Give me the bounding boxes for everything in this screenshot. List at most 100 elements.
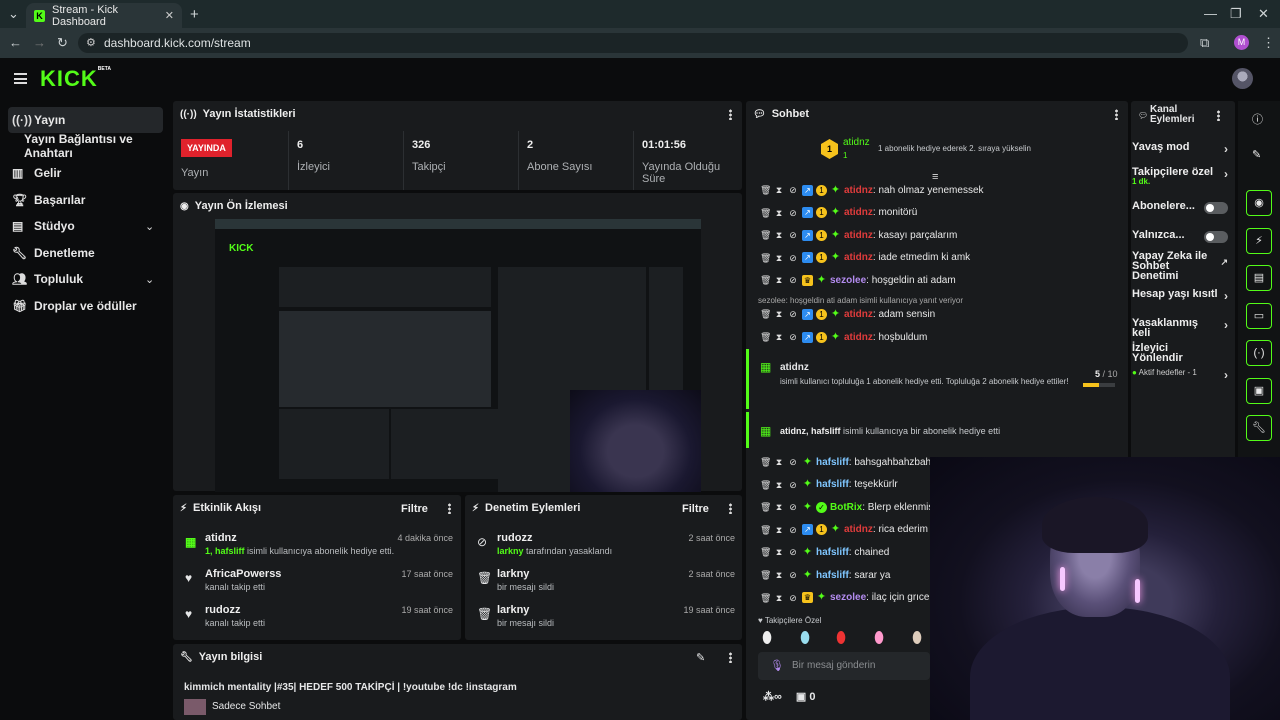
event-user[interactable]: atidnz — [205, 532, 237, 544]
nav-item-gelir[interactable]: ▥ Gelir — [8, 160, 61, 186]
chat-username[interactable]: atidnz — [844, 252, 873, 263]
delete-icon[interactable]: 🗑︎ — [760, 547, 771, 557]
timeout-icon[interactable]: ⧗ — [774, 208, 784, 218]
chevron-down-icon[interactable]: ⌄ — [145, 273, 154, 286]
chat-username[interactable]: hafsliff — [816, 547, 849, 558]
users-icon[interactable]: ⁂ — [763, 691, 774, 703]
mic-icon[interactable]: 🎙︎ — [770, 659, 784, 672]
user-avatar[interactable] — [1232, 68, 1253, 89]
window-close-icon[interactable]: ✕ — [1258, 7, 1269, 20]
nav-item-basarilar[interactable]: 🏆︎ Başarılar — [8, 187, 85, 213]
ban-icon[interactable]: ⊘ — [788, 253, 798, 263]
ban-icon[interactable]: ⊘ — [788, 570, 798, 580]
emote-icon[interactable]: ⬮ — [836, 630, 846, 648]
more-options-icon[interactable] — [1217, 110, 1220, 121]
timeout-icon[interactable]: ⧗ — [774, 275, 784, 285]
edit-icon[interactable]: ✎ — [1252, 148, 1261, 161]
browser-menu-icon[interactable]: ⋮ — [1262, 36, 1275, 49]
more-options-icon[interactable] — [1115, 109, 1118, 120]
nav-item-studyo[interactable]: ▤ Stüdyo — [8, 213, 75, 239]
gift-box-icon[interactable]: ▣ — [796, 691, 806, 703]
channel-action-item[interactable]: ● Aktif hedefler - 1 › — [1132, 368, 1232, 382]
chat-username[interactable]: atidnz — [844, 207, 873, 218]
more-options-icon[interactable] — [729, 109, 732, 120]
emote-icon[interactable]: ⬮ — [912, 630, 922, 648]
ban-icon[interactable]: ⊘ — [788, 185, 798, 195]
filter-button[interactable]: Filtre — [401, 503, 428, 515]
timeout-icon[interactable]: ⧗ — [774, 332, 784, 342]
reload-icon[interactable]: ↻ — [57, 36, 68, 49]
channel-action-item[interactable]: Yasaklanmış keli › — [1132, 318, 1232, 339]
forward-icon[interactable]: → — [33, 36, 46, 49]
site-info-icon[interactable]: ⚙ — [86, 36, 96, 49]
delete-icon[interactable]: 🗑︎ — [760, 480, 771, 490]
delete-icon[interactable]: 🗑︎ — [760, 525, 771, 535]
emote-icon[interactable]: ⬮ — [762, 630, 772, 648]
ban-icon[interactable]: ⊘ — [788, 480, 798, 490]
delete-icon[interactable]: 🗑︎ — [760, 275, 771, 285]
chevron-right-icon[interactable]: › — [1224, 167, 1228, 181]
timeout-icon[interactable]: ⧗ — [774, 593, 784, 603]
timeout-icon[interactable]: ⧗ — [774, 525, 784, 535]
info-icon[interactable]: ⓘ — [1252, 111, 1263, 127]
ban-icon[interactable]: ⊘ — [788, 230, 798, 240]
more-options-icon[interactable] — [729, 652, 732, 663]
chevron-right-icon[interactable]: › — [1224, 289, 1228, 303]
timeout-icon[interactable]: ⧗ — [774, 309, 784, 319]
broadcast-toggle-button[interactable]: (·) — [1246, 340, 1272, 366]
timeout-icon[interactable]: ⧗ — [774, 547, 784, 557]
delete-icon[interactable]: 🗑︎ — [760, 570, 771, 580]
timeout-icon[interactable]: ⧗ — [774, 253, 784, 263]
event-user[interactable]: larkny — [497, 604, 529, 616]
ban-icon[interactable]: ⊘ — [788, 502, 798, 512]
chat-username[interactable]: hafsliff — [816, 479, 849, 490]
address-bar[interactable]: ⚙ dashboard.kick.com/stream — [78, 33, 1188, 53]
chevron-right-icon[interactable]: › — [1224, 318, 1228, 332]
emote-icon[interactable]: ⬮ — [874, 630, 884, 648]
ban-icon[interactable]: ⊘ — [788, 457, 798, 467]
chat-username[interactable]: sezolee — [830, 592, 866, 603]
back-icon[interactable]: ← — [9, 36, 22, 49]
activity-toggle-button[interactable]: ⚡︎ — [1246, 228, 1272, 254]
ban-icon[interactable]: ⊘ — [788, 309, 798, 319]
chat-username[interactable]: BotRix — [830, 502, 862, 513]
nav-item-topluluk[interactable]: 👥︎ Topluluk — [8, 266, 83, 292]
ban-icon[interactable]: ⊘ — [788, 593, 798, 603]
chat-username[interactable]: atidnz — [844, 185, 873, 196]
preview-toggle-button[interactable]: ◉ — [1246, 190, 1272, 216]
chat-username[interactable]: hafsliff — [816, 457, 849, 468]
channel-action-item[interactable]: Hesap yaşı kısıtl › — [1132, 289, 1232, 304]
more-options-icon[interactable] — [729, 503, 732, 514]
toggle-switch[interactable] — [1204, 202, 1228, 214]
event-user[interactable]: rudozz — [497, 532, 532, 544]
tools-toggle-button[interactable]: 🔧︎ — [1246, 415, 1272, 441]
tab-search-icon[interactable]: ⌄ — [8, 7, 19, 20]
chat-username[interactable]: sezolee — [830, 275, 866, 286]
channel-action-item[interactable]: Yapay Zeka ile Sohbet Denetimi ↗ — [1132, 251, 1232, 282]
browser-tab[interactable]: K Stream - Kick Dashboard ✕ — [26, 3, 182, 28]
timeout-icon[interactable]: ⧗ — [774, 480, 784, 490]
chevron-right-icon[interactable]: › — [1224, 142, 1228, 156]
emote-icon[interactable]: ⬮ — [800, 630, 810, 648]
event-user[interactable]: larkny — [497, 568, 529, 580]
nav-item-droplar[interactable]: 🎁︎ Droplar ve ödüller — [8, 293, 137, 319]
info-toggle-button[interactable]: ▤ — [1246, 265, 1272, 291]
ban-icon[interactable]: ⊘ — [788, 208, 798, 218]
channel-action-item[interactable]: Yavaş mod › — [1132, 142, 1232, 157]
restore-icon[interactable]: ❐ — [1230, 7, 1242, 20]
moderation-toggle-button[interactable]: ▣ — [1246, 378, 1272, 404]
more-options-icon[interactable] — [448, 503, 451, 514]
delete-icon[interactable]: 🗑︎ — [760, 309, 771, 319]
chat-username[interactable]: atidnz — [844, 524, 873, 535]
chat-input[interactable]: 🎙︎ Bir mesaj gönderin — [758, 652, 930, 680]
new-tab-icon[interactable]: + — [190, 7, 199, 22]
channel-action-item[interactable]: Takipçilere özel 1 dk. › — [1132, 167, 1232, 187]
delete-icon[interactable]: 🗑︎ — [760, 502, 771, 512]
delete-icon[interactable]: 🗑︎ — [760, 230, 771, 240]
ban-icon[interactable]: ⊘ — [788, 275, 798, 285]
gift-users[interactable]: atidnz, hafsliff — [780, 426, 841, 436]
pinned-user[interactable]: atidnz — [843, 137, 870, 148]
event-user[interactable]: rudozz — [205, 604, 240, 616]
ban-icon[interactable]: ⊘ — [788, 332, 798, 342]
timeout-icon[interactable]: ⧗ — [774, 230, 784, 240]
